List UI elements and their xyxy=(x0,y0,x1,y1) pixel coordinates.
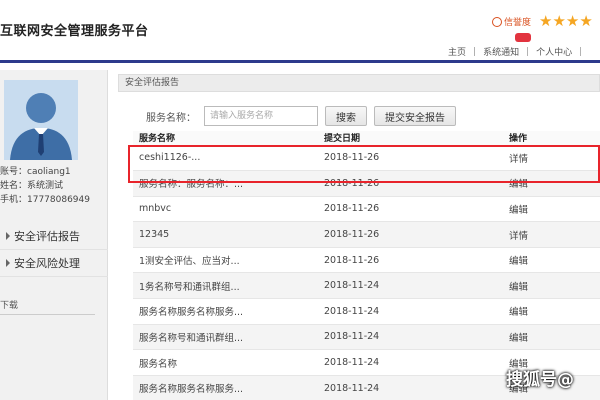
cell-action-link[interactable]: 编辑 xyxy=(503,196,600,223)
cell-service-name: 服务名称号和通讯群组... xyxy=(133,324,318,351)
user-name: 姓名：系统测试 xyxy=(0,181,64,191)
cell-service-name: mnbvc xyxy=(133,196,318,223)
cell-service-name: 1测安全评估、应当对... xyxy=(133,247,318,274)
rating: 信誉度 ★ ★ ★ ★ xyxy=(492,14,593,29)
rating-stars: ★ ★ ★ ★ xyxy=(539,14,593,29)
cell-service-name: 12345 xyxy=(133,221,318,248)
cell-service-name: 服务名称服务名称服务... xyxy=(133,298,318,325)
table-row: 12345 2018-11-26 详情 xyxy=(133,221,600,248)
cell-submit-date: 2018-11-24 xyxy=(318,298,503,325)
table-row: 服务名称服务名称服务... 2018-11-24 编辑 xyxy=(133,298,600,325)
search-row: 服务名称： 搜索 提交安全报告 xyxy=(146,106,456,126)
panel-title: 安全评估报告 xyxy=(118,74,600,92)
caret-right-icon xyxy=(6,259,10,267)
notification-badge[interactable] xyxy=(515,33,531,42)
cell-submit-date: 2018-11-24 xyxy=(318,349,503,376)
nav-separator: | xyxy=(526,46,530,57)
column-header-service-name: 服务名称 xyxy=(133,131,318,146)
site-title: 互联网安全管理服务平台 xyxy=(0,24,149,39)
sidebar-item-label: 安全评估报告 xyxy=(14,229,80,243)
cell-action-link[interactable]: 编辑 xyxy=(503,324,600,351)
star-icon: ★ xyxy=(579,12,593,30)
sidebar-item-risk-handling[interactable]: 安全风险处理 xyxy=(0,250,108,277)
user-phone: 手机：17778086949 xyxy=(0,195,90,205)
top-nav: 主页 | 系统通知 | 个人中心 | xyxy=(448,45,589,59)
cell-service-name: 1务名称号和通讯群组... xyxy=(133,272,318,300)
table-row: 1测安全评估、应当对... 2018-11-26 编辑 xyxy=(133,247,600,274)
side-menu: 安全评估报告 安全风险处理 xyxy=(0,223,108,277)
cell-submit-date: 2018-11-26 xyxy=(318,247,503,274)
rating-icon xyxy=(492,16,502,27)
nav-separator: | xyxy=(473,46,477,57)
cell-action-link[interactable]: 详情 xyxy=(503,221,600,248)
rating-label: 信誉度 xyxy=(504,18,532,28)
column-header-submit-date: 提交日期 xyxy=(318,131,503,146)
divider xyxy=(0,314,95,315)
cell-submit-date: 2018-11-26 xyxy=(318,196,503,223)
user-info: 账号：caoliang1 姓名：系统测试 手机：17778086949 xyxy=(0,165,90,207)
header-accent-bar xyxy=(0,60,600,63)
nav-home[interactable]: 主页 xyxy=(448,45,466,58)
table-header-row: 服务名称 提交日期 操作 xyxy=(133,131,600,146)
nav-separator: | xyxy=(579,46,583,57)
cell-service-name: 服务名称服务名称服务... xyxy=(133,375,318,400)
cell-service-name: 服务名称 xyxy=(133,349,318,376)
star-icon: ★ xyxy=(565,12,580,30)
cell-action-link[interactable]: 编辑 xyxy=(503,272,600,300)
table-row: 1务名称号和通讯群组... 2018-11-24 编辑 xyxy=(133,272,600,300)
sidebar: 账号：caoliang1 姓名：系统测试 手机：17778086949 安全评估… xyxy=(0,70,108,400)
table-row: mnbvc 2018-11-26 编辑 xyxy=(133,196,600,223)
column-header-operation: 操作 xyxy=(503,131,600,146)
star-icon: ★ xyxy=(552,12,566,30)
highlight-box xyxy=(128,145,600,183)
cell-submit-date: 2018-11-24 xyxy=(318,272,503,300)
download-link[interactable]: 下载 xyxy=(0,298,18,311)
table-row: 服务名称号和通讯群组... 2018-11-24 编辑 xyxy=(133,324,600,351)
user-account: 账号：caoliang1 xyxy=(0,167,71,177)
avatar xyxy=(4,80,78,160)
star-icon: ★ xyxy=(539,12,553,30)
sidebar-item-security-report[interactable]: 安全评估报告 xyxy=(0,223,108,250)
search-input[interactable] xyxy=(204,106,318,126)
nav-personal-center[interactable]: 个人中心 xyxy=(536,45,572,58)
caret-right-icon xyxy=(6,232,10,240)
watermark: 搜狐号@ xyxy=(506,370,574,390)
cell-submit-date: 2018-11-24 xyxy=(318,375,503,400)
search-label: 服务名称： xyxy=(146,112,196,124)
header: 互联网安全管理服务平台 信誉度 ★ ★ ★ ★ 主页 | 系统通知 | 个人中心… xyxy=(0,0,600,63)
search-button[interactable]: 搜索 xyxy=(325,106,367,126)
cell-action-link[interactable]: 编辑 xyxy=(503,247,600,274)
user-silhouette-icon xyxy=(4,80,78,160)
sidebar-item-label: 安全风险处理 xyxy=(14,256,80,270)
nav-notifications[interactable]: 系统通知 xyxy=(483,45,519,58)
cell-submit-date: 2018-11-24 xyxy=(318,324,503,351)
cell-submit-date: 2018-11-26 xyxy=(318,221,503,248)
cell-action-link[interactable]: 编辑 xyxy=(503,298,600,325)
submit-report-button[interactable]: 提交安全报告 xyxy=(374,106,456,126)
